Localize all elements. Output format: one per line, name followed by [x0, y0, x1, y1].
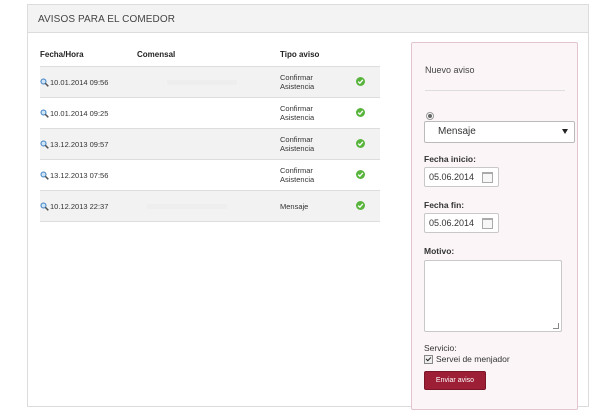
comensal-redacted	[167, 79, 237, 85]
motivo-label: Motivo:	[424, 246, 455, 256]
row-tipo-line1: Confirmar	[280, 104, 313, 113]
divider	[425, 90, 565, 91]
row-tipo-line1: Confirmar	[280, 135, 313, 144]
fecha-fin-label: Fecha fin:	[424, 200, 465, 210]
servicio-option[interactable]: Servei de menjador	[424, 354, 510, 364]
select-value: Mensaje	[438, 126, 476, 137]
col-header-comensal[interactable]: Comensal	[137, 47, 280, 67]
fecha-fin-input[interactable]: 05.06.2014	[424, 213, 499, 233]
check-circle-icon	[356, 200, 365, 210]
check-circle-icon	[356, 107, 365, 117]
fecha-inicio-input[interactable]: 05.06.2014	[424, 167, 499, 187]
row-tipo-line1: Confirmar	[280, 166, 313, 175]
avisos-table: Fecha/Hora Comensal Tipo aviso 10.01.201…	[40, 47, 380, 222]
fecha-fin-value: 05.06.2014	[429, 218, 475, 228]
row-fecha: 13.12.2013 09:57	[50, 139, 109, 149]
chevron-down-icon	[562, 129, 568, 134]
row-tipo-line2: Asistencia	[280, 113, 315, 122]
magnifier-icon[interactable]	[40, 202, 49, 211]
row-fecha: 13.12.2013 07:56	[50, 170, 109, 180]
send-button[interactable]: Enviar aviso	[424, 371, 486, 390]
col-header-fecha[interactable]: Fecha/Hora	[40, 47, 137, 67]
tipo-aviso-select[interactable]: Mensaje	[424, 121, 575, 143]
calendar-icon[interactable]	[482, 172, 493, 183]
magnifier-icon[interactable]	[40, 140, 49, 149]
magnifier-icon[interactable]	[40, 78, 49, 87]
table-header-row: Fecha/Hora Comensal Tipo aviso	[40, 47, 380, 67]
motivo-textarea[interactable]	[424, 260, 562, 332]
fecha-inicio-value: 05.06.2014	[429, 172, 475, 182]
row-fecha: 10.01.2014 09:25	[50, 108, 109, 118]
row-tipo-line2: Asistencia	[280, 144, 315, 153]
row-tipo-line2: Asistencia	[280, 175, 315, 184]
col-header-status	[356, 47, 380, 67]
table-row[interactable]: 13.12.2013 07:56 Confirmar Asistencia	[40, 159, 380, 191]
table-row[interactable]: 10.12.2013 22:37 Mensaje	[40, 190, 380, 222]
check-circle-icon	[356, 76, 365, 86]
table-row[interactable]: 13.12.2013 09:57 Confirmar Asistencia	[40, 128, 380, 160]
panel-header: AVISOS PARA EL COMEDOR	[28, 5, 588, 33]
row-tipo-line1: Mensaje	[280, 201, 309, 211]
resize-grip-icon[interactable]	[553, 323, 559, 329]
row-fecha: 10.01.2014 09:56	[50, 77, 109, 87]
panel-title: AVISOS PARA EL COMEDOR	[38, 14, 176, 25]
row-tipo-line2: Asistencia	[280, 82, 315, 91]
radio-button[interactable]	[426, 112, 434, 120]
fecha-inicio-label: Fecha inicio:	[424, 154, 476, 164]
col-header-tipo[interactable]: Tipo aviso	[280, 47, 356, 67]
new-aviso-form: Nuevo aviso Mensaje Fecha inicio: 05.06.…	[411, 42, 578, 410]
check-circle-icon	[356, 169, 365, 179]
avisos-panel: AVISOS PARA EL COMEDOR Fecha/Hora Comens…	[27, 4, 589, 410]
row-tipo-line1: Confirmar	[280, 73, 313, 82]
magnifier-icon[interactable]	[40, 109, 49, 118]
table-row[interactable]: 10.01.2014 09:56 Confirmar Asistencia	[40, 66, 380, 98]
calendar-icon[interactable]	[482, 218, 493, 229]
comensal-redacted	[147, 203, 227, 209]
servicio-checkbox[interactable]	[424, 354, 433, 364]
table-row[interactable]: 10.01.2014 09:25 Confirmar Asistencia	[40, 97, 380, 129]
magnifier-icon[interactable]	[40, 171, 49, 180]
row-fecha: 10.12.2013 22:37	[50, 201, 109, 211]
check-circle-icon	[356, 138, 365, 148]
servicio-option-label: Servei de menjador	[436, 354, 510, 364]
form-title: Nuevo aviso	[425, 65, 475, 75]
servicio-label: Servicio:	[424, 343, 457, 353]
